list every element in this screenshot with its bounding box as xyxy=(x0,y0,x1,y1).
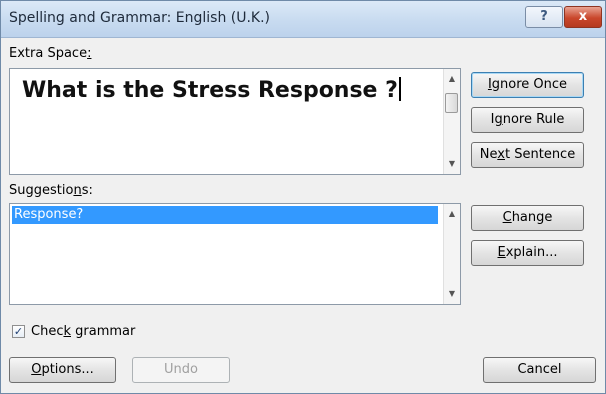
ignore-once-button[interactable]: Ignore Once xyxy=(471,72,584,98)
scroll-down-icon[interactable]: ▼ xyxy=(444,286,460,302)
check-grammar-label[interactable]: Check grammar xyxy=(31,324,135,339)
undo-button[interactable]: Undo xyxy=(132,357,230,383)
help-icon: ? xyxy=(540,9,548,24)
suggestions-list[interactable]: Response? ▲ ▼ xyxy=(9,203,461,305)
issue-label: Extra Space: xyxy=(9,46,92,61)
dialog-title: Spelling and Grammar: English (U.K.) xyxy=(9,10,271,26)
title-bar[interactable]: Spelling and Grammar: English (U.K.) ? x xyxy=(1,1,605,38)
sentence-scrollbar[interactable]: ▲ ▼ xyxy=(443,69,460,174)
help-button[interactable]: ? xyxy=(525,6,563,28)
close-icon: x xyxy=(578,9,588,24)
suggestions-label: Suggestions: xyxy=(9,183,93,198)
text-caret xyxy=(398,77,401,101)
scroll-thumb[interactable] xyxy=(445,93,458,113)
close-button[interactable]: x xyxy=(564,6,602,28)
scroll-up-icon[interactable]: ▲ xyxy=(444,71,460,87)
list-item[interactable]: Response? xyxy=(12,206,438,224)
spelling-grammar-dialog: Spelling and Grammar: English (U.K.) ? x… xyxy=(0,0,606,394)
explain-button[interactable]: Explain... xyxy=(471,240,584,266)
sentence-text[interactable]: What is the Stress Response ? xyxy=(22,77,401,103)
suggestions-scrollbar[interactable]: ▲ ▼ xyxy=(443,204,460,304)
scroll-down-icon[interactable]: ▼ xyxy=(444,156,460,172)
cancel-button[interactable]: Cancel xyxy=(483,357,596,383)
options-button[interactable]: Options... xyxy=(9,357,116,383)
scroll-up-icon[interactable]: ▲ xyxy=(444,206,460,222)
sentence-pane[interactable]: What is the Stress Response ? ▲ ▼ xyxy=(9,68,461,175)
change-button[interactable]: Change xyxy=(471,205,584,231)
check-grammar-checkbox[interactable]: ✓ xyxy=(12,325,25,338)
next-sentence-button[interactable]: Next Sentence xyxy=(471,142,584,168)
checkmark-icon: ✓ xyxy=(13,325,24,338)
ignore-rule-button[interactable]: Ignore Rule xyxy=(471,107,584,133)
